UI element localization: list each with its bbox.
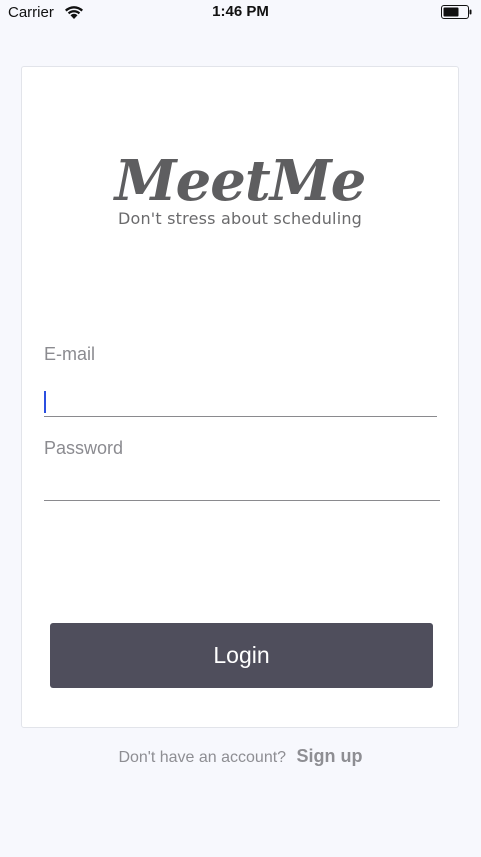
signup-link[interactable]: Sign up: [297, 746, 363, 766]
app-logo: MeetMe Don't stress about scheduling: [22, 149, 458, 249]
signup-prompt: Don't have an account? Sign up: [0, 746, 481, 767]
login-button[interactable]: Login: [50, 623, 433, 688]
logo-tagline: Don't stress about scheduling: [117, 209, 363, 228]
email-field[interactable]: [44, 389, 437, 417]
signup-prompt-text: Don't have an account?: [118, 749, 287, 766]
status-bar: Carrier 1:46 PM: [0, 0, 481, 26]
password-field[interactable]: [44, 474, 440, 501]
battery-icon: [441, 5, 472, 19]
status-time: 1:46 PM: [212, 3, 269, 20]
text-caret: [44, 391, 46, 413]
email-label: E-mail: [44, 344, 96, 364]
login-card: MeetMe Don't stress about scheduling E-m…: [21, 66, 459, 728]
logo-wordmark: MeetMe: [114, 148, 367, 214]
password-label: Password: [44, 438, 124, 458]
